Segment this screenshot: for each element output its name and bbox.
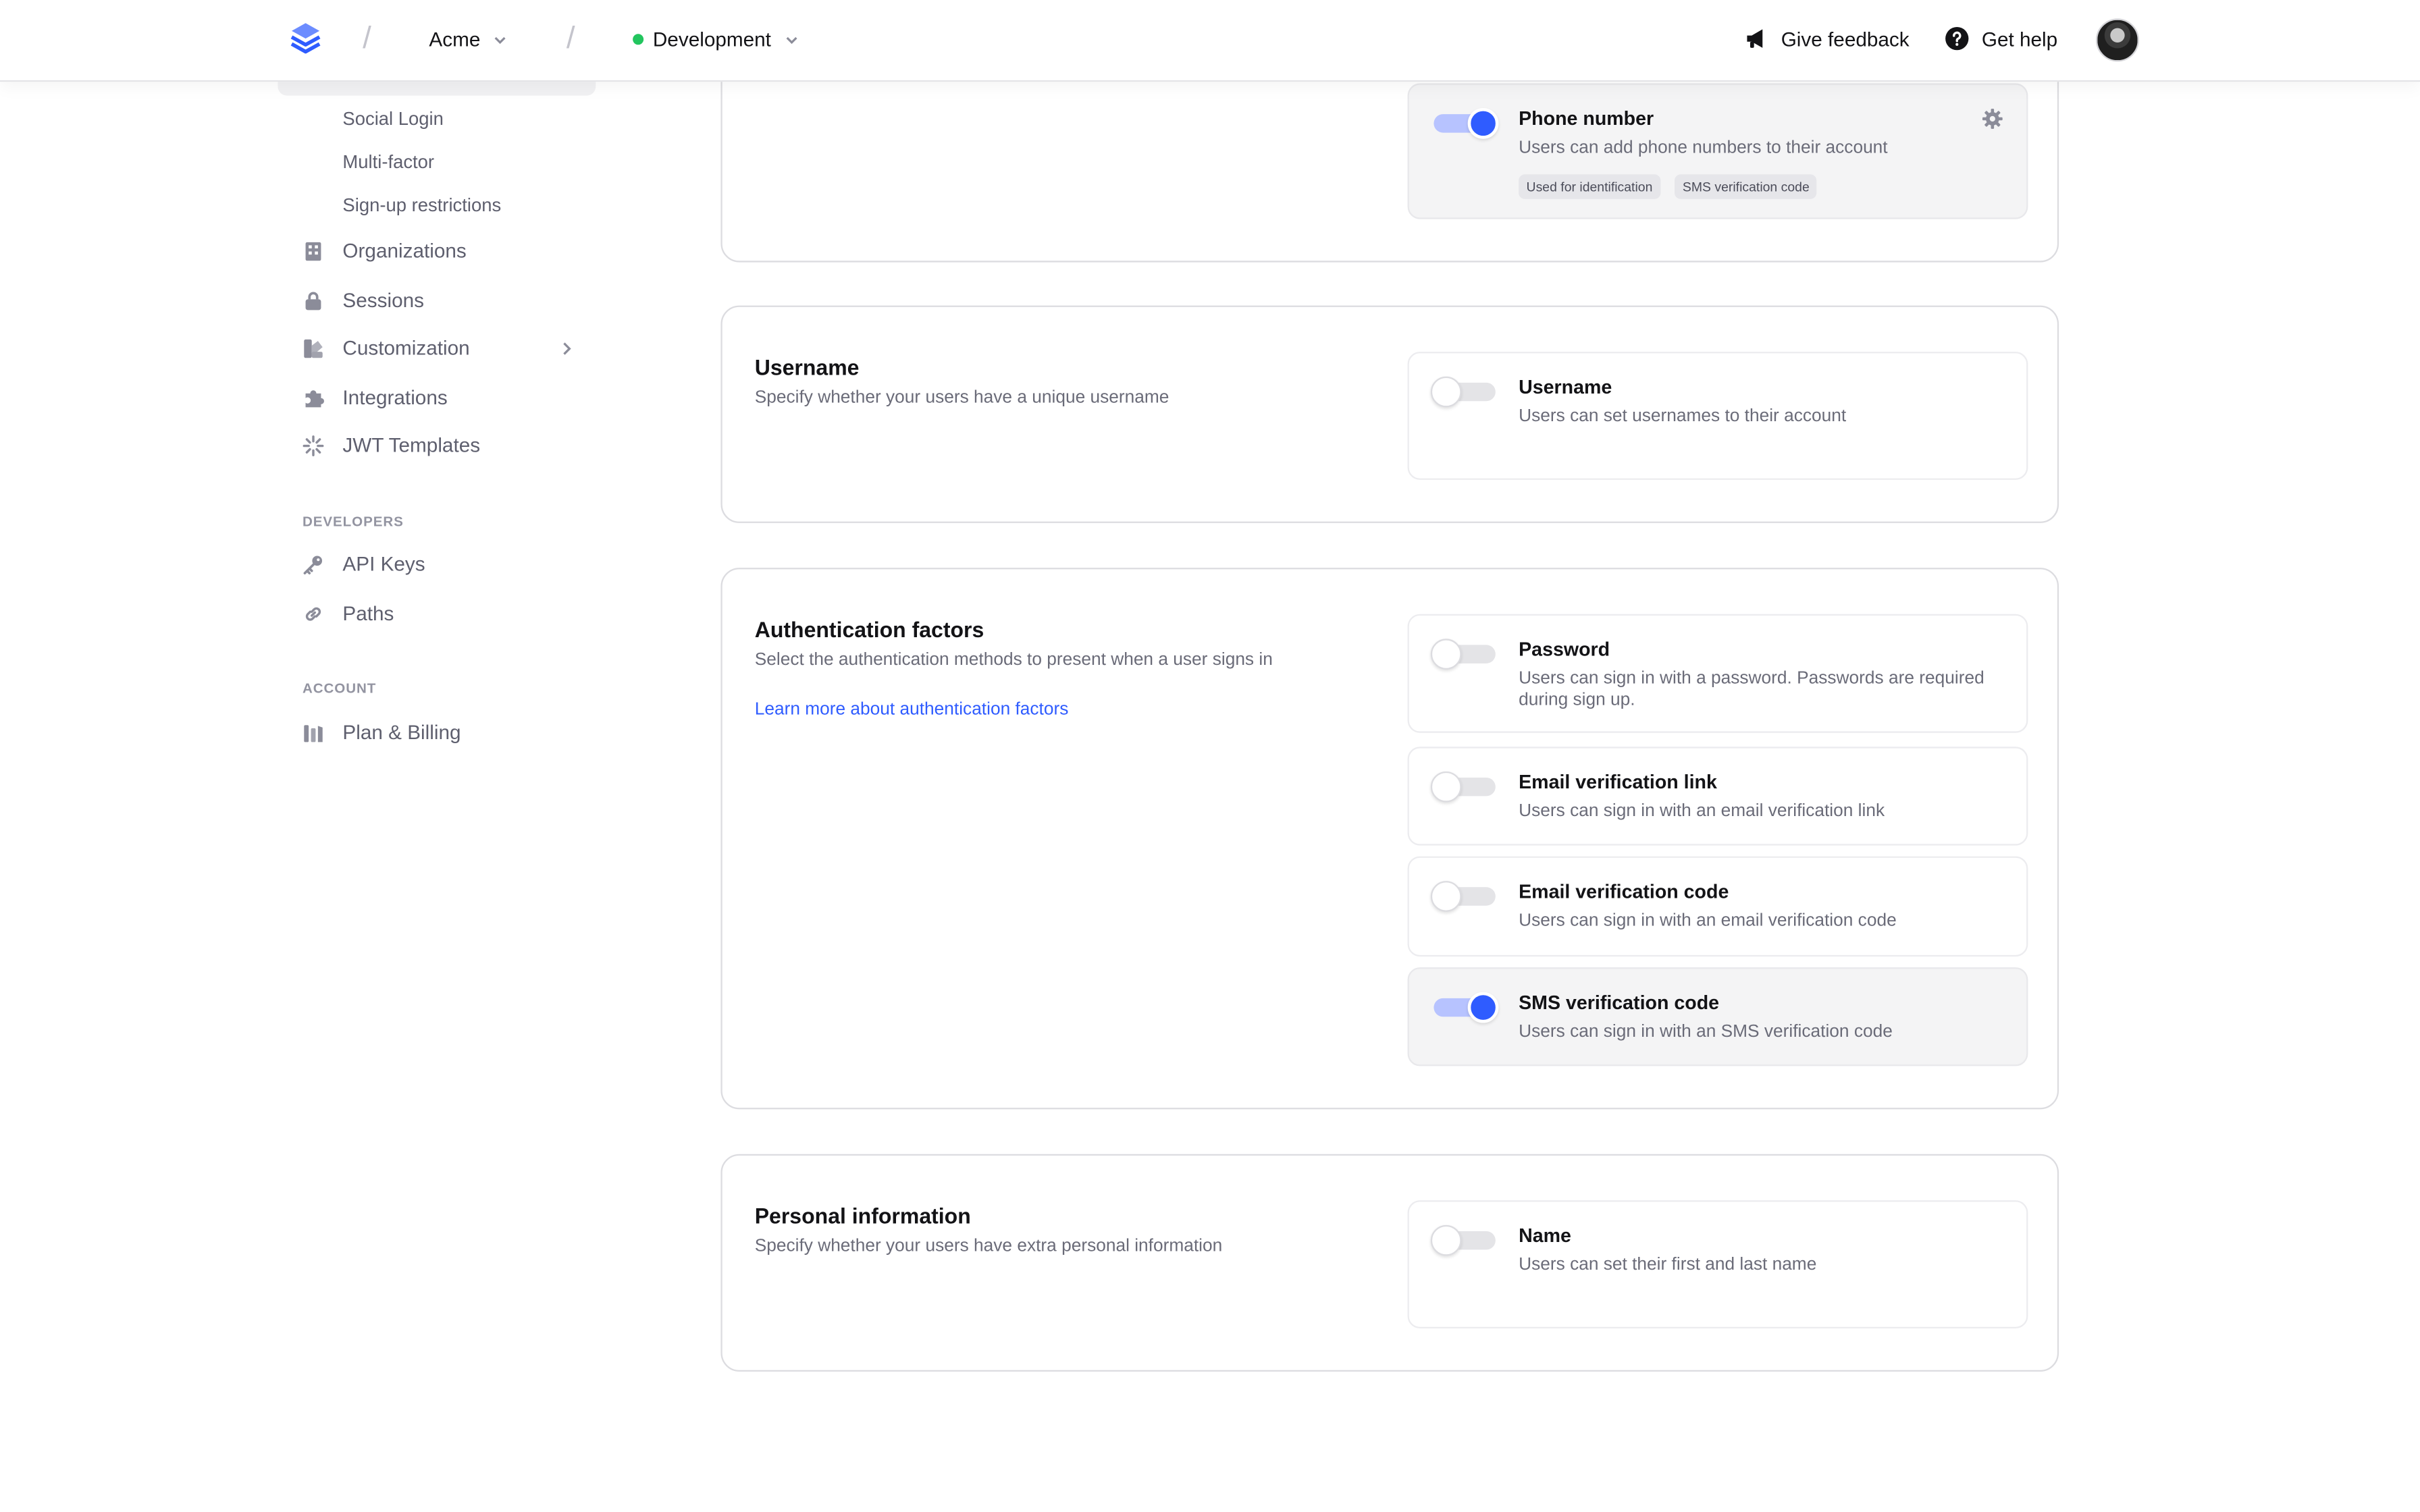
sidebar-section-account: ACCOUNT [302, 680, 377, 696]
sidebar-item-label: Organizations [342, 239, 467, 263]
authentication-factors-card: Authentication factors Select the authen… [720, 568, 2059, 1110]
email-verification-code-option: Email verification code Users can sign i… [1407, 856, 2028, 957]
sidebar-item-label: Sessions [342, 288, 424, 312]
option-description: Users can set usernames to their account [1519, 407, 1847, 426]
email-verification-link-option: Email verification link Users can sign i… [1407, 747, 2028, 846]
card-title: Authentication factors [754, 617, 984, 642]
email-verification-code-toggle[interactable] [1430, 878, 1499, 912]
option-description: Users can set their first and last name [1519, 1256, 1817, 1274]
sidebar-item-api-keys[interactable]: API Keys [302, 552, 574, 576]
get-help-label: Get help [1981, 26, 2058, 51]
environment-name: Development [652, 28, 771, 51]
sms-verification-code-option: SMS verification code Users can sign in … [1407, 967, 2028, 1066]
building-icon [305, 241, 321, 261]
option-title: Phone number [1519, 107, 1654, 130]
sidebar-item-jwt-templates[interactable]: JWT Templates [302, 433, 574, 457]
sidebar-item-label: JWT Templates [342, 433, 481, 457]
card-title: Username [754, 354, 860, 380]
sms-verification-code-toggle[interactable] [1431, 989, 1499, 1023]
personal-information-card: Personal information Specify whether you… [720, 1154, 2059, 1372]
give-feedback-button[interactable]: Give feedback [1744, 26, 1910, 51]
password-toggle[interactable] [1430, 636, 1499, 670]
org-switcher[interactable]: Acme [429, 28, 508, 51]
sidebar-item-paths[interactable]: Paths [302, 601, 574, 625]
clerk-logo-icon[interactable] [287, 20, 324, 57]
sidebar-item-label: Customization [342, 336, 470, 360]
sidebar-subitem-multi-factor[interactable]: Multi-factor [342, 151, 434, 173]
option-description: Users can sign in with an email verifica… [1519, 802, 1885, 821]
org-name: Acme [429, 28, 481, 51]
user-avatar[interactable] [2095, 18, 2139, 62]
option-title: Email verification link [1519, 771, 1717, 793]
card-description: Specify whether your users have a unique… [754, 388, 1169, 408]
chevron-down-icon [785, 36, 797, 43]
option-tags: Used for identification SMS verification… [1519, 171, 1824, 199]
option-description: Users can sign in with an email verifica… [1519, 911, 1897, 931]
tag-used-for-identification: Used for identification [1519, 174, 1660, 199]
option-title: Password [1519, 639, 1610, 661]
sidebar-section-developers: DEVELOPERS [302, 514, 404, 529]
option-title: SMS verification code [1519, 992, 1720, 1014]
sidebar-item-integrations[interactable]: Integrations [302, 385, 574, 409]
link-icon [305, 606, 321, 620]
card-title: Personal information [754, 1203, 971, 1228]
option-description: Users can sign in with an SMS verificati… [1519, 1023, 1893, 1042]
megaphone-icon [1747, 29, 1763, 48]
puzzle-icon [305, 389, 324, 407]
learn-more-link[interactable]: Learn more about authentication factors [755, 701, 1069, 719]
help-icon [1945, 26, 1969, 51]
email-verification-link-toggle[interactable] [1430, 768, 1499, 803]
breadcrumb-separator: / [566, 21, 575, 56]
sidebar-item-sessions[interactable]: Sessions [302, 288, 574, 312]
name-toggle[interactable] [1430, 1222, 1499, 1256]
breadcrumb-separator: / [363, 21, 371, 56]
chevron-right-icon[interactable] [558, 340, 574, 356]
environment-switcher[interactable]: Development [633, 28, 799, 51]
billing-icon [304, 724, 323, 742]
option-title: Email verification code [1519, 881, 1729, 903]
sidebar-subitem-social-login[interactable]: Social Login [342, 108, 443, 130]
username-option: Username Users can set usernames to thei… [1407, 352, 2028, 480]
sidebar-item-customization[interactable]: Customization [302, 336, 574, 360]
sidebar-item-plan-billing[interactable]: Plan & Billing [302, 720, 574, 744]
environment-status-dot [633, 34, 644, 45]
option-title: Username [1519, 376, 1612, 398]
give-feedback-label: Give feedback [1781, 26, 1910, 51]
gear-icon[interactable] [1982, 108, 2003, 130]
app-root: Social Login Multi-factor Sign-up restri… [0, 0, 2420, 1512]
tag-sms-verification-code: SMS verification code [1675, 174, 1818, 199]
name-option: Name Users can set their first and last … [1407, 1200, 2028, 1328]
get-help-button[interactable]: Get help [1945, 26, 2057, 51]
phone-number-option: Phone number Users can add phone numbers… [1407, 83, 2028, 219]
chevron-down-icon [495, 36, 506, 43]
sidebar-item-label: API Keys [342, 552, 425, 576]
username-card: Username Specify whether your users have… [720, 305, 2059, 523]
sidebar-subitem-sign-up-restrictions[interactable]: Sign-up restrictions [342, 194, 501, 216]
option-description: Users can sign in with a password. Passw… [1519, 669, 1984, 710]
option-title: Name [1519, 1224, 1571, 1247]
palette-icon [304, 338, 323, 358]
username-toggle[interactable] [1430, 373, 1499, 408]
lock-icon [305, 291, 321, 310]
option-description: Users can add phone numbers to their acc… [1519, 138, 1888, 158]
sidebar-item-organizations[interactable]: Organizations [302, 239, 574, 263]
top-navigation-bar: / Acme / Development Give feedback Get h… [0, 0, 2420, 82]
password-option: Password Users can sign in with a passwo… [1407, 614, 2028, 733]
key-icon [303, 555, 323, 574]
phone-number-toggle[interactable] [1431, 105, 1499, 139]
sidebar-item-label: Plan & Billing [342, 720, 461, 744]
sparkle-icon [302, 434, 324, 456]
sidebar-item-label: Integrations [342, 385, 448, 409]
card-description: Specify whether your users have extra pe… [754, 1237, 1223, 1256]
card-description: Select the authentication methods to pre… [754, 651, 1273, 670]
sidebar-item-label: Paths [342, 601, 394, 625]
